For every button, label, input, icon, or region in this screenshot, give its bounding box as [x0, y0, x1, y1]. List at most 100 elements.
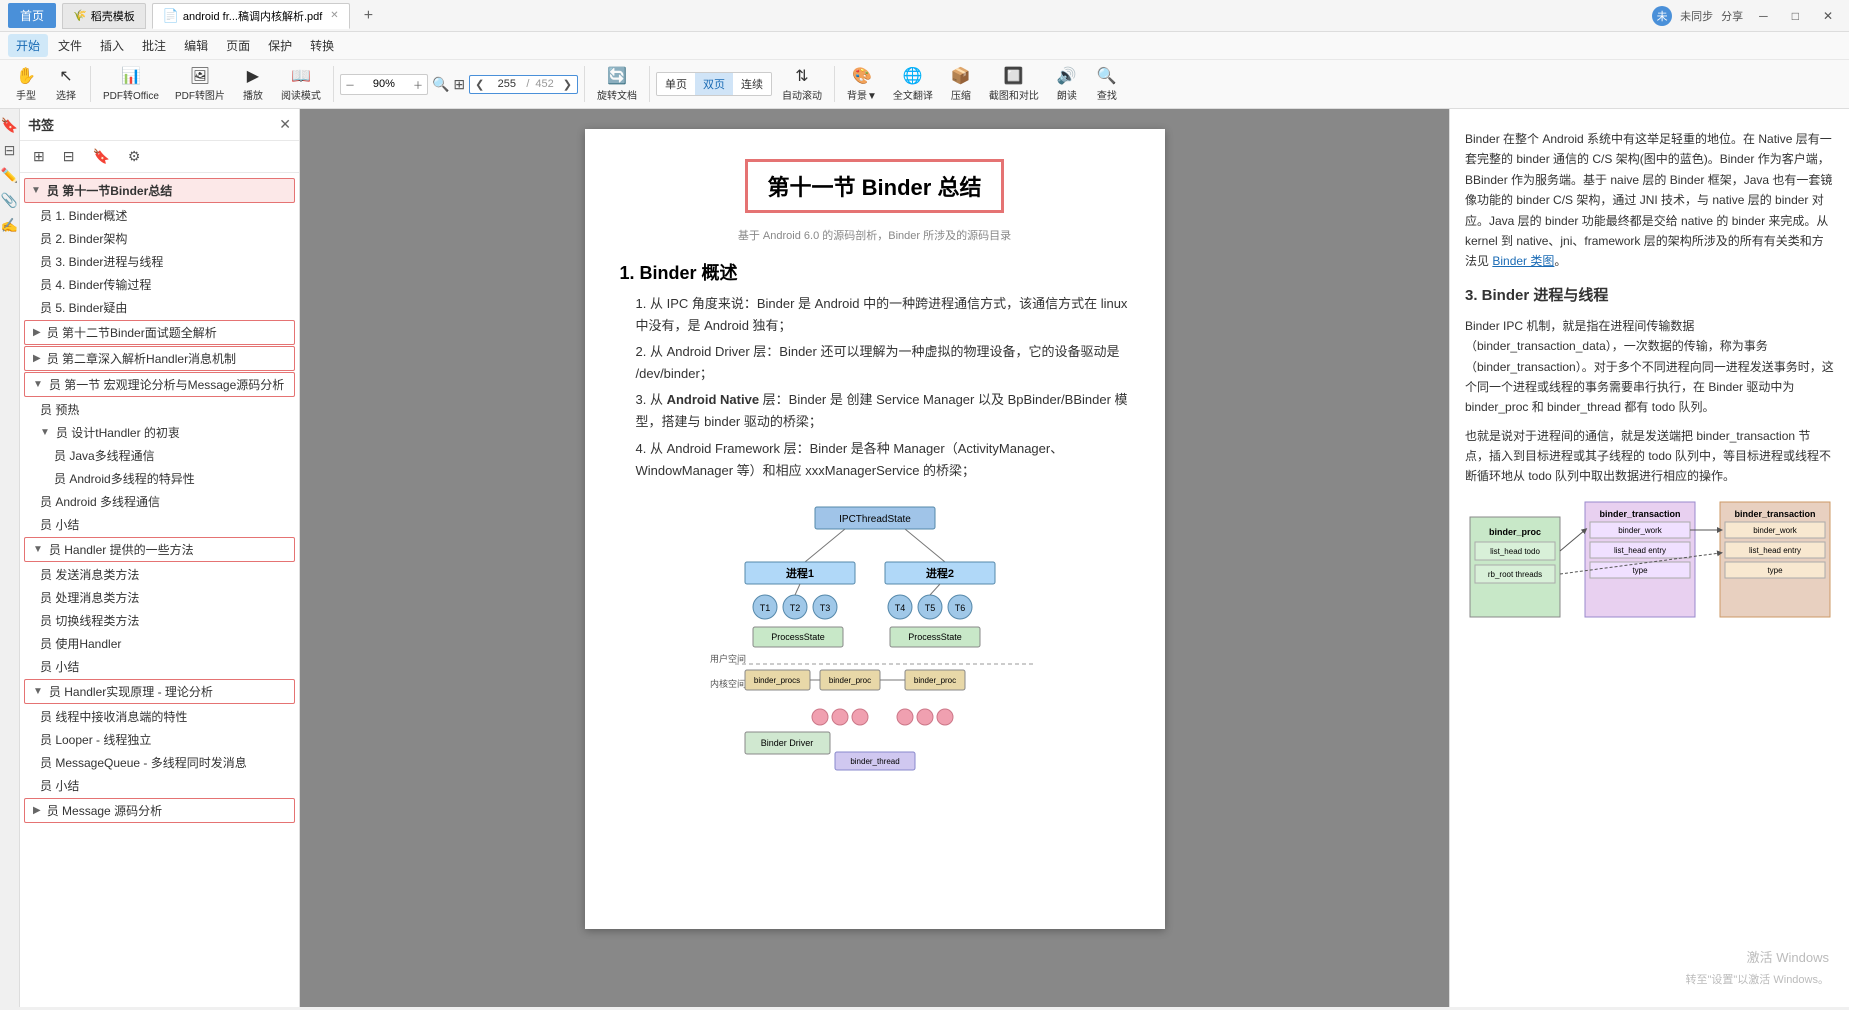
tab-pdf-label: android fr...稿调内核解析.pdf — [183, 8, 322, 24]
full-translate-button[interactable]: 🌐 全文翻译 — [887, 64, 939, 104]
menu-start[interactable]: 开始 — [8, 34, 48, 57]
zoom-fit-icon[interactable]: ⊞ — [453, 76, 465, 93]
pdf-pages[interactable]: 第十一节 Binder 总结 基于 Android 6.0 的源码剖析，Bind… — [300, 109, 1449, 1007]
svg-text:binder_transaction: binder_transaction — [1734, 509, 1815, 519]
sidebar-collapse-all[interactable]: ⊟ — [58, 145, 80, 168]
zoom-out-button[interactable]: － — [341, 75, 359, 94]
rotate-text-button[interactable]: 🔄 旋转文档 — [591, 64, 643, 104]
tree-item-msg-source[interactable]: ▶ 员 Message 源码分析 — [24, 798, 295, 823]
menu-convert[interactable]: 转换 — [302, 34, 342, 57]
pdf-to-img-button[interactable]: 🖼 PDF转图片 — [169, 64, 231, 104]
tree-item-binder-exam[interactable]: ▶ 员 第十二节Binder面试题全解析 — [24, 320, 295, 345]
continuous-page-button[interactable]: 连续 — [733, 73, 771, 95]
next-page-button[interactable]: ❯ — [558, 76, 577, 93]
menu-protect[interactable]: 保护 — [260, 34, 300, 57]
tree-label-receive-in-thread: 员 线程中接收消息端的特性 — [40, 708, 187, 725]
menu-edit[interactable]: 编辑 — [176, 34, 216, 57]
tree-item-use-handler[interactable]: 员 使用Handler — [20, 632, 299, 655]
compare-doc-button[interactable]: 🔲 截图和对比 — [983, 64, 1045, 104]
tab-pdf[interactable]: 📄 android fr...稿调内核解析.pdf ✕ — [152, 3, 350, 29]
signature-icon[interactable]: ✍️ — [1, 217, 18, 234]
tree-item-binder-faq[interactable]: 员 5. Binder疑由 — [20, 296, 299, 319]
svg-text:binder_work: binder_work — [1618, 526, 1663, 535]
select-label: 选择 — [56, 87, 76, 102]
binder-structure-diagram: binder_proc list_head todo rb_root threa… — [1465, 497, 1834, 663]
minimize-button[interactable]: ─ — [1751, 7, 1776, 25]
menu-file[interactable]: 文件 — [50, 34, 90, 57]
share-label[interactable]: 分享 — [1721, 8, 1743, 24]
zoom-in-button[interactable]: ＋ — [409, 75, 427, 94]
read-aloud-button[interactable]: 🔊 朗读 — [1049, 64, 1085, 104]
tree-item-binder-trans[interactable]: 员 4. Binder传输过程 — [20, 273, 299, 296]
tree-label-msg-queue: 员 MessageQueue - 多线程同时发消息 — [40, 754, 247, 771]
annotation-icon[interactable]: ✏️ — [1, 167, 18, 184]
tab-pdf-close[interactable]: ✕ — [330, 10, 338, 21]
read-aloud-icon: 🔊 — [1057, 66, 1077, 86]
tree-label-binder-summary: 员 第十一节Binder总结 — [47, 182, 172, 199]
compress-button[interactable]: 📦 压缩 — [943, 64, 979, 104]
tree-item-msg-queue[interactable]: 员 MessageQueue - 多线程同时发消息 — [20, 751, 299, 774]
tree-item-process-msg[interactable]: 员 处理消息类方法 — [20, 586, 299, 609]
single-page-button[interactable]: 单页 — [657, 73, 695, 95]
tree-item-summary3[interactable]: 员 小结 — [20, 774, 299, 797]
sidebar-settings[interactable]: ⚙ — [123, 145, 146, 168]
search-button[interactable]: 🔍 查找 — [1089, 64, 1125, 104]
double-page-button[interactable]: 双页 — [695, 73, 733, 95]
expand-binder-exam: ▶ — [33, 327, 41, 338]
bookmark-sidebar-icon[interactable]: 🔖 — [1, 117, 18, 134]
pdf-to-img-label: PDF转图片 — [175, 87, 225, 102]
zoom-input[interactable] — [359, 76, 409, 92]
add-tab-button[interactable]: + — [356, 7, 381, 25]
home-tab[interactable]: 首页 — [8, 3, 56, 28]
sidebar-expand-all[interactable]: ⊞ — [28, 145, 50, 168]
expand-msg-source: ▶ — [33, 805, 41, 816]
tree-item-msg-theory[interactable]: ▼ 员 第一节 宏观理论分析与Message源码分析 — [24, 372, 295, 397]
read-aloud-label: 朗读 — [1057, 87, 1077, 102]
menu-annotate[interactable]: 批注 — [134, 34, 174, 57]
current-page-input[interactable] — [489, 76, 524, 92]
select-icon: ↖ — [59, 66, 72, 86]
tree-label-binder-arch: 员 2. Binder架构 — [40, 230, 127, 247]
tree-item-android-multithread[interactable]: 员 Android多线程的特异性 — [20, 467, 299, 490]
toolbar-separator-1 — [90, 66, 91, 102]
menu-insert[interactable]: 插入 — [92, 34, 132, 57]
rp-binder-intro-text: Binder 在整个 Android 系统中有这举足轻重的地位。在 Native… — [1465, 129, 1834, 272]
sync-label[interactable]: 未同步 — [1680, 8, 1713, 24]
prev-page-button[interactable]: ❮ — [470, 76, 489, 93]
maximize-button[interactable]: □ — [1784, 7, 1807, 25]
tree-item-handler-deep[interactable]: ▶ 员 第二章深入解析Handler消息机制 — [24, 346, 295, 371]
menu-page[interactable]: 页面 — [218, 34, 258, 57]
tree-item-summary1[interactable]: 员 小结 — [20, 513, 299, 536]
tree-item-handler-impl[interactable]: ▼ 员 Handler实现原理 - 理论分析 — [24, 679, 295, 704]
tree-item-handler-init[interactable]: ▼ 员 设计tHandler 的初衷 — [20, 421, 299, 444]
left-sidebar-icons: 🔖 ⊟ ✏️ 📎 ✍️ — [0, 109, 20, 1007]
tree-item-binder-arch[interactable]: 员 2. Binder架构 — [20, 227, 299, 250]
tree-item-handler-provide[interactable]: ▼ 员 Handler 提供的一些方法 — [24, 537, 295, 562]
binder-class-link[interactable]: Binder 类图 — [1492, 254, 1554, 268]
tree-item-switch-thread[interactable]: 员 切换线程类方法 — [20, 609, 299, 632]
thumbnail-icon[interactable]: ⊟ — [4, 142, 16, 159]
tab-template[interactable]: 🌾 稻壳模板 — [62, 3, 146, 29]
pdf-to-office-button[interactable]: 📊 PDF转Office — [97, 64, 165, 104]
close-button[interactable]: ✕ — [1815, 7, 1841, 25]
sidebar-bookmark-icon[interactable]: 🔖 — [87, 145, 114, 168]
tree-item-binder-proc[interactable]: 员 3. Binder进程与线程 — [20, 250, 299, 273]
tree-item-java-multithread[interactable]: 员 Java多线程通信 — [20, 444, 299, 467]
tree-item-looper[interactable]: 员 Looper - 线程独立 — [20, 728, 299, 751]
tree-item-send-msg[interactable]: 员 发送消息类方法 — [20, 563, 299, 586]
sidebar-close-button[interactable]: ✕ — [279, 116, 291, 133]
attachment-icon[interactable]: 📎 — [1, 192, 18, 209]
background-button[interactable]: 🎨 背景▼ — [841, 64, 883, 104]
play-button[interactable]: ▶ 播放 — [235, 64, 271, 104]
tree-item-binder-intro[interactable]: 员 1. Binder概述 — [20, 204, 299, 227]
auto-scroll-button[interactable]: ⇅ 自动滚动 — [776, 64, 828, 104]
select-tool-button[interactable]: ↖ 选择 — [48, 64, 84, 104]
tree-item-summary2[interactable]: 员 小结 — [20, 655, 299, 678]
read-mode-button[interactable]: 📖 阅读模式 — [275, 64, 327, 104]
hand-tool-button[interactable]: ✋ 手型 — [8, 64, 44, 104]
zoom-magnify-icon[interactable]: 🔍 — [432, 76, 449, 93]
tree-item-binder-summary[interactable]: ▼ 员 第十一节Binder总结 — [24, 178, 295, 203]
tree-item-android-multithread-comm[interactable]: 员 Android 多线程通信 — [20, 490, 299, 513]
tree-item-receive-in-thread[interactable]: 员 线程中接收消息端的特性 — [20, 705, 299, 728]
tree-item-preheat[interactable]: 员 预热 — [20, 398, 299, 421]
